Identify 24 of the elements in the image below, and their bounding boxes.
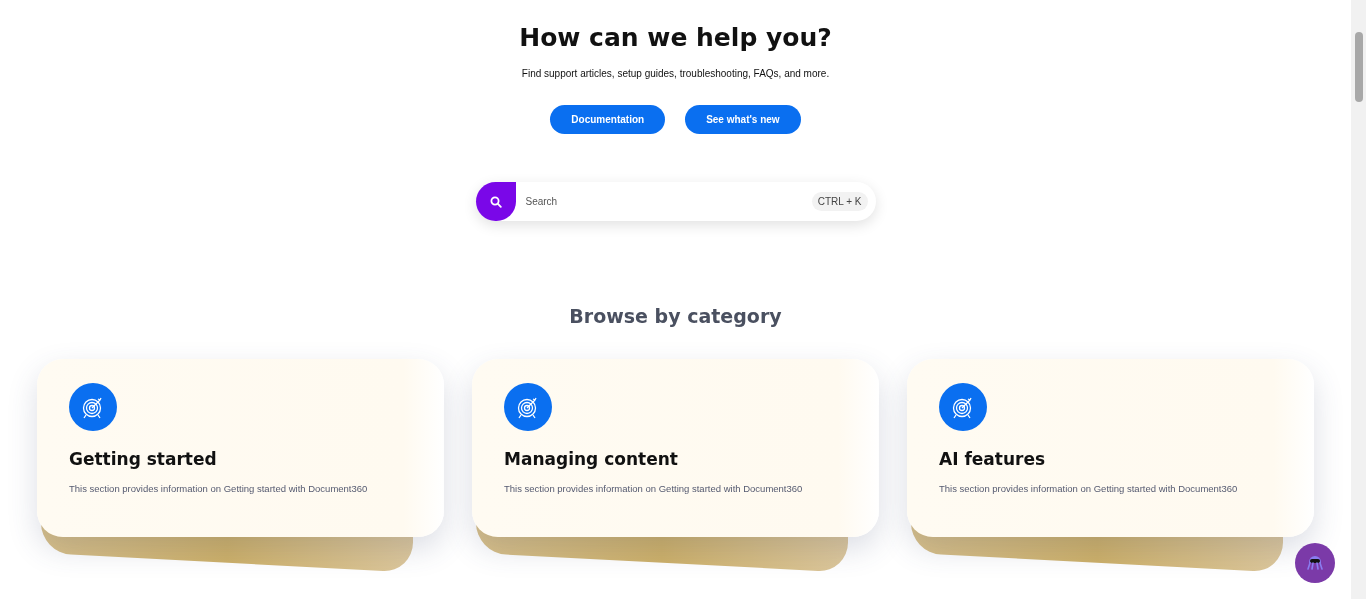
search-button[interactable] <box>475 182 516 221</box>
card-description: This section provides information on Getting started with Document360 <box>939 483 1239 494</box>
shortcut-hint: CTRL + K <box>811 192 868 211</box>
chat-assistant-button[interactable] <box>1295 543 1335 583</box>
search-field[interactable]: Search <box>523 195 812 208</box>
category-card[interactable]: Getting started This section provides information on Getting started with Document360 <box>37 359 444 537</box>
page-title: How can we help you? <box>519 22 832 54</box>
card-title: AI features <box>939 449 1047 469</box>
card-title: Getting started <box>69 449 218 469</box>
target-icon <box>69 383 117 431</box>
search-icon <box>489 195 502 208</box>
link-button[interactable]: See what's new <box>685 105 801 134</box>
link-button[interactable]: Documentation <box>550 105 666 134</box>
category-card[interactable]: AI features This section provides information on Getting started with Document360 <box>907 359 1314 537</box>
target-icon <box>504 383 552 431</box>
card-description: This section provides information on Getting started with Document360 <box>69 483 369 494</box>
category-card[interactable]: Managing content This section provides information on Getting started with Document360 <box>472 359 879 537</box>
card-description: This section provides information on Getting started with Document360 <box>504 483 804 494</box>
octopus-icon <box>1305 553 1325 573</box>
page-subtitle: Find support articles, setup guides, troubleshooting, FAQs, and more. <box>521 68 830 79</box>
scrollbar[interactable] <box>1351 0 1366 599</box>
target-icon <box>939 383 987 431</box>
section-heading: Browse by category <box>569 305 782 327</box>
card-title: Managing content <box>504 449 679 469</box>
